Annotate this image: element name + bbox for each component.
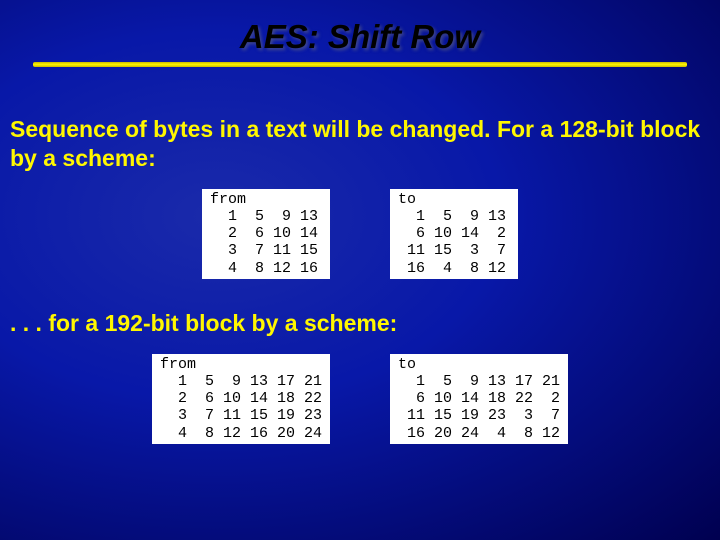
code-128-from: from 1 5 9 13 2 6 10 14 3 7 11 15 4 8 12… bbox=[202, 189, 330, 279]
code-192-from: from 1 5 9 13 17 21 2 6 10 14 18 22 3 7 … bbox=[152, 354, 330, 444]
code-128-to: to 1 5 9 13 6 10 14 2 11 15 3 7 16 4 8 1… bbox=[390, 189, 518, 279]
code-row-192: from 1 5 9 13 17 21 2 6 10 14 18 22 3 7 … bbox=[0, 354, 720, 444]
code-row-128: from 1 5 9 13 2 6 10 14 3 7 11 15 4 8 12… bbox=[0, 189, 720, 279]
paragraph-1: Sequence of bytes in a text will be chan… bbox=[0, 115, 720, 173]
code-192-to: to 1 5 9 13 17 21 6 10 14 18 22 2 11 15 … bbox=[390, 354, 568, 444]
title-underline bbox=[33, 62, 687, 67]
paragraph-2: . . . for a 192-bit block by a scheme: bbox=[0, 309, 720, 338]
slide-title: AES: Shift Row bbox=[0, 0, 720, 62]
